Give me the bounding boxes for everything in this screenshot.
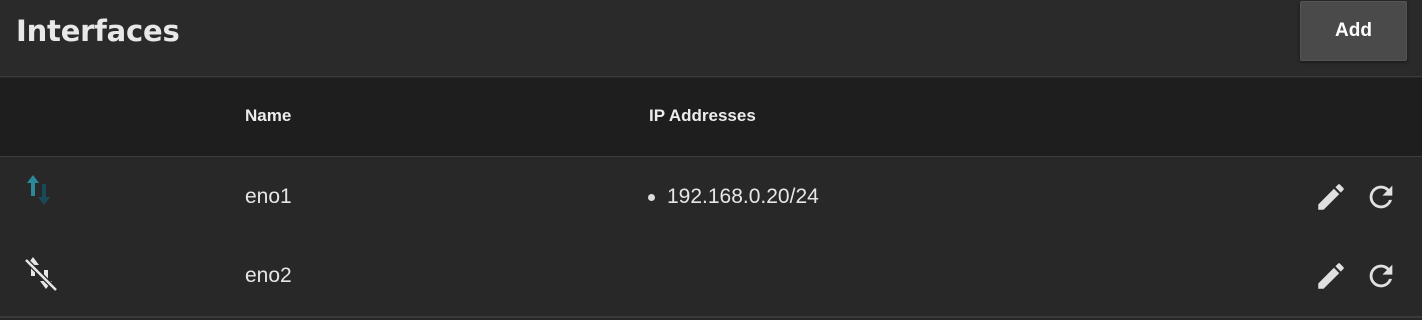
ip-address-list: 192.168.0.20/24 xyxy=(648,185,819,209)
bullet-icon xyxy=(648,193,655,201)
link-up-arrows-icon xyxy=(22,170,62,210)
link-disconnected-icon xyxy=(22,254,62,294)
interfaces-card: Interfaces Add Name IP Addresses eno1 19… xyxy=(0,0,1422,320)
column-header-name[interactable]: Name xyxy=(245,106,291,126)
reset-icon[interactable] xyxy=(1364,180,1398,214)
edit-icon[interactable] xyxy=(1314,259,1348,293)
ip-address: 192.168.0.20/24 xyxy=(667,185,819,208)
column-header-ip-addresses[interactable]: IP Addresses xyxy=(649,106,756,126)
card-header: Interfaces Add xyxy=(0,0,1422,77)
interface-name: eno1 xyxy=(245,185,292,208)
ip-address-item: 192.168.0.20/24 xyxy=(648,185,819,209)
edit-icon[interactable] xyxy=(1314,180,1348,214)
table-row[interactable]: eno1 192.168.0.20/24 xyxy=(0,158,1422,238)
table-row[interactable]: eno2 xyxy=(0,238,1422,318)
add-button[interactable]: Add xyxy=(1300,1,1407,61)
interface-name: eno2 xyxy=(245,264,292,287)
table-header-row: Name IP Addresses xyxy=(0,78,1422,157)
reset-icon[interactable] xyxy=(1364,259,1398,293)
page-title: Interfaces xyxy=(16,14,180,48)
